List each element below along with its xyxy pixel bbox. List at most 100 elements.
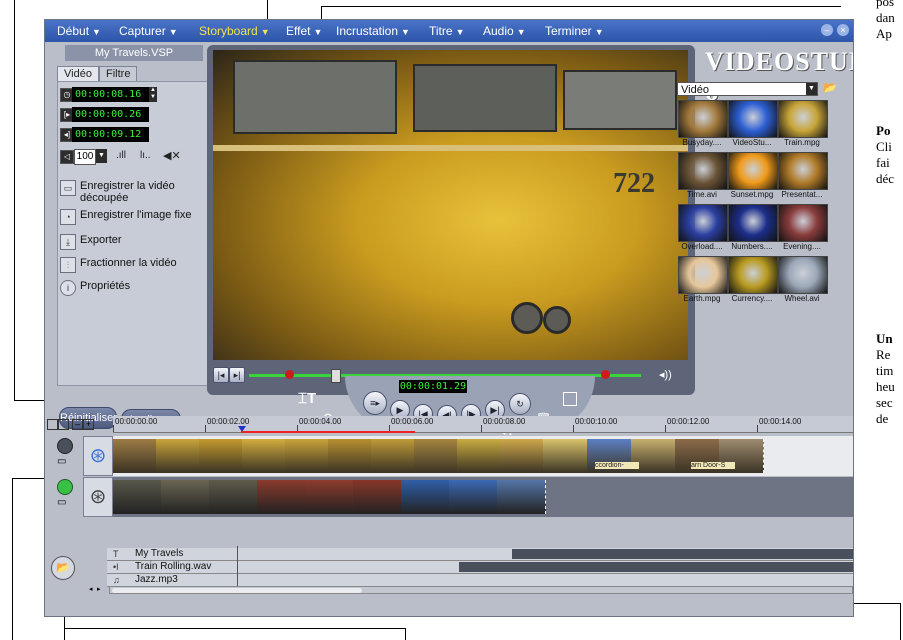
timeline-ruler[interactable]: 00:00:00.00 00:00:02.00 00:00:04.00 00:00:0… [113,416,853,433]
playhead-handle[interactable] [331,369,341,383]
volume-dropdown-icon[interactable]: ▼ [96,149,107,163]
video-clip[interactable] [543,439,588,473]
overlay-clip[interactable] [353,480,402,514]
fade-in-icon[interactable]: .ıll [116,150,126,161]
video-track-header: ▭ [57,436,75,476]
trim-start-handle[interactable] [285,370,294,379]
menu-audio[interactable]: Audio ▼ [477,23,532,39]
library-thumbnail[interactable] [728,100,778,138]
duration-timecode[interactable]: 00:00:08.16 [72,87,149,102]
overlay-track-toggle[interactable] [57,479,73,495]
play-mode-icon[interactable]: ≡▸ [363,391,387,415]
open-folder-icon[interactable]: 📂 [823,81,837,94]
menu-debut[interactable]: Début ▼ [51,23,107,39]
scroll-right-icon[interactable]: ▸ [97,586,105,594]
overlay-clip[interactable] [113,480,162,514]
trim-tool-icon[interactable]: ⌶T [298,390,316,407]
mark-out-timecode[interactable]: 00:00:09.12 [72,127,149,142]
overlay-clip[interactable] [449,480,498,514]
library-thumbnail[interactable] [728,152,778,190]
save-frame-icon[interactable] [563,392,577,406]
library-thumbnail[interactable] [728,204,778,242]
menu-incrustation[interactable]: Incrustation ▼ [330,23,416,39]
annotation-text: sec [876,395,893,410]
menu-titre[interactable]: Titre ▼ [423,23,470,39]
fade-out-icon[interactable]: lı.. [140,150,151,161]
previous-clip-icon[interactable]: |◂ [213,367,229,383]
title-track[interactable]: T My Travels [107,548,853,561]
open-project-icon[interactable]: 📂 [51,556,75,580]
tab-video[interactable]: Vidéo [57,66,99,82]
mute-icon[interactable]: ◀✕ [163,149,181,162]
library-thumbnail[interactable] [678,204,728,242]
video-clip[interactable] [371,439,415,473]
overlay-clip[interactable] [305,480,354,514]
video-clip[interactable] [285,439,329,473]
video-track[interactable]: ccordion-arn Door-S [113,436,853,476]
timeline-mode-icon[interactable] [47,419,58,430]
video-tab-panel: ◷ 00:00:08.16 ▲ ▼ [▸ 00:00:00.26 ◂] 00:00… [57,81,209,386]
menu-capturer[interactable]: Capturer ▼ [113,23,184,39]
export-action[interactable]: ⤓ Exporter [60,234,200,250]
video-clip[interactable] [457,439,501,473]
volume-icon[interactable]: ◂)) [659,368,672,381]
ruler-tick [113,425,114,432]
timeline-scrollbar[interactable] [109,586,853,594]
overlay-track[interactable] [113,477,853,517]
library-thumbnail[interactable] [728,256,778,294]
overlay-track-mute-icon[interactable]: ▭ [57,497,66,508]
timeline-scroll-thumb[interactable] [112,588,362,593]
trim-end-handle[interactable] [601,370,610,379]
video-clip[interactable] [199,439,243,473]
split-video-action[interactable]: ⫶ Fractionner la vidéo [60,257,200,273]
zoom-out-icon[interactable]: – [72,419,83,430]
speaker-icon[interactable]: ◁ [60,150,74,164]
menu-terminer[interactable]: Terminer ▼ [539,23,610,39]
video-clip[interactable] [500,439,544,473]
library-thumbnail[interactable] [678,152,728,190]
repeat-icon[interactable]: ↻ [509,393,531,415]
library-category-select[interactable]: Vidéo [677,82,818,96]
video-clip[interactable] [156,439,200,473]
overlay-clip[interactable] [401,480,450,514]
library-thumbnail[interactable] [678,256,728,294]
video-track-toggle[interactable] [57,438,73,454]
save-still-image-action[interactable]: ◔ Enregistrer l'image fixe [60,209,205,225]
library-thumbnail-label: Busyday.... [682,138,722,147]
scroll-left-icon[interactable]: ◂ [89,586,97,594]
video-preview[interactable]: 722 [213,50,688,360]
tram-number: 722 [613,168,655,199]
overlay-clip[interactable] [497,480,546,514]
library-thumbnail[interactable] [678,100,728,138]
video-track-mute-icon[interactable]: ▭ [57,456,66,467]
close-icon[interactable]: × [837,24,849,36]
save-trimmed-video-action[interactable]: ▭ Enregistrer la vidéo découpée [60,180,200,208]
mark-in-timecode[interactable]: 00:00:00.26 [72,107,149,122]
zoom-in-icon[interactable]: + [83,419,94,430]
library-thumbnail[interactable] [778,204,828,242]
volume-field[interactable]: 100 [74,149,96,165]
library-thumbnail[interactable] [778,152,828,190]
storyboard-mode-icon[interactable] [58,419,69,430]
menu-effet[interactable]: Effet ▼ [280,23,328,39]
video-clip[interactable] [414,439,458,473]
video-clip[interactable] [113,439,157,473]
callout-line-bottom-right-vertical [900,603,901,640]
properties-action[interactable]: i Propriétés [60,280,200,296]
video-clip[interactable] [328,439,372,473]
minimize-icon[interactable]: – [821,24,833,36]
menu-storyboard[interactable]: Storyboard ▼ [193,23,276,39]
next-clip-icon[interactable]: ▸| [229,367,245,383]
voice-track[interactable]: •ǀ Train Rolling.wav [107,561,853,574]
library-dropdown-icon[interactable]: ▼ [806,83,817,95]
library-thumbnail[interactable] [778,256,828,294]
video-clip[interactable] [242,439,286,473]
duration-spinner[interactable]: ▲ ▼ [149,87,157,102]
overlay-clip[interactable] [257,480,306,514]
overlay-clip[interactable] [209,480,258,514]
annotation-text: de [876,411,889,426]
tab-filtre[interactable]: Filtre [99,66,138,82]
track-divider [237,546,238,588]
library-thumbnail[interactable] [778,100,828,138]
overlay-clip[interactable] [161,480,210,514]
